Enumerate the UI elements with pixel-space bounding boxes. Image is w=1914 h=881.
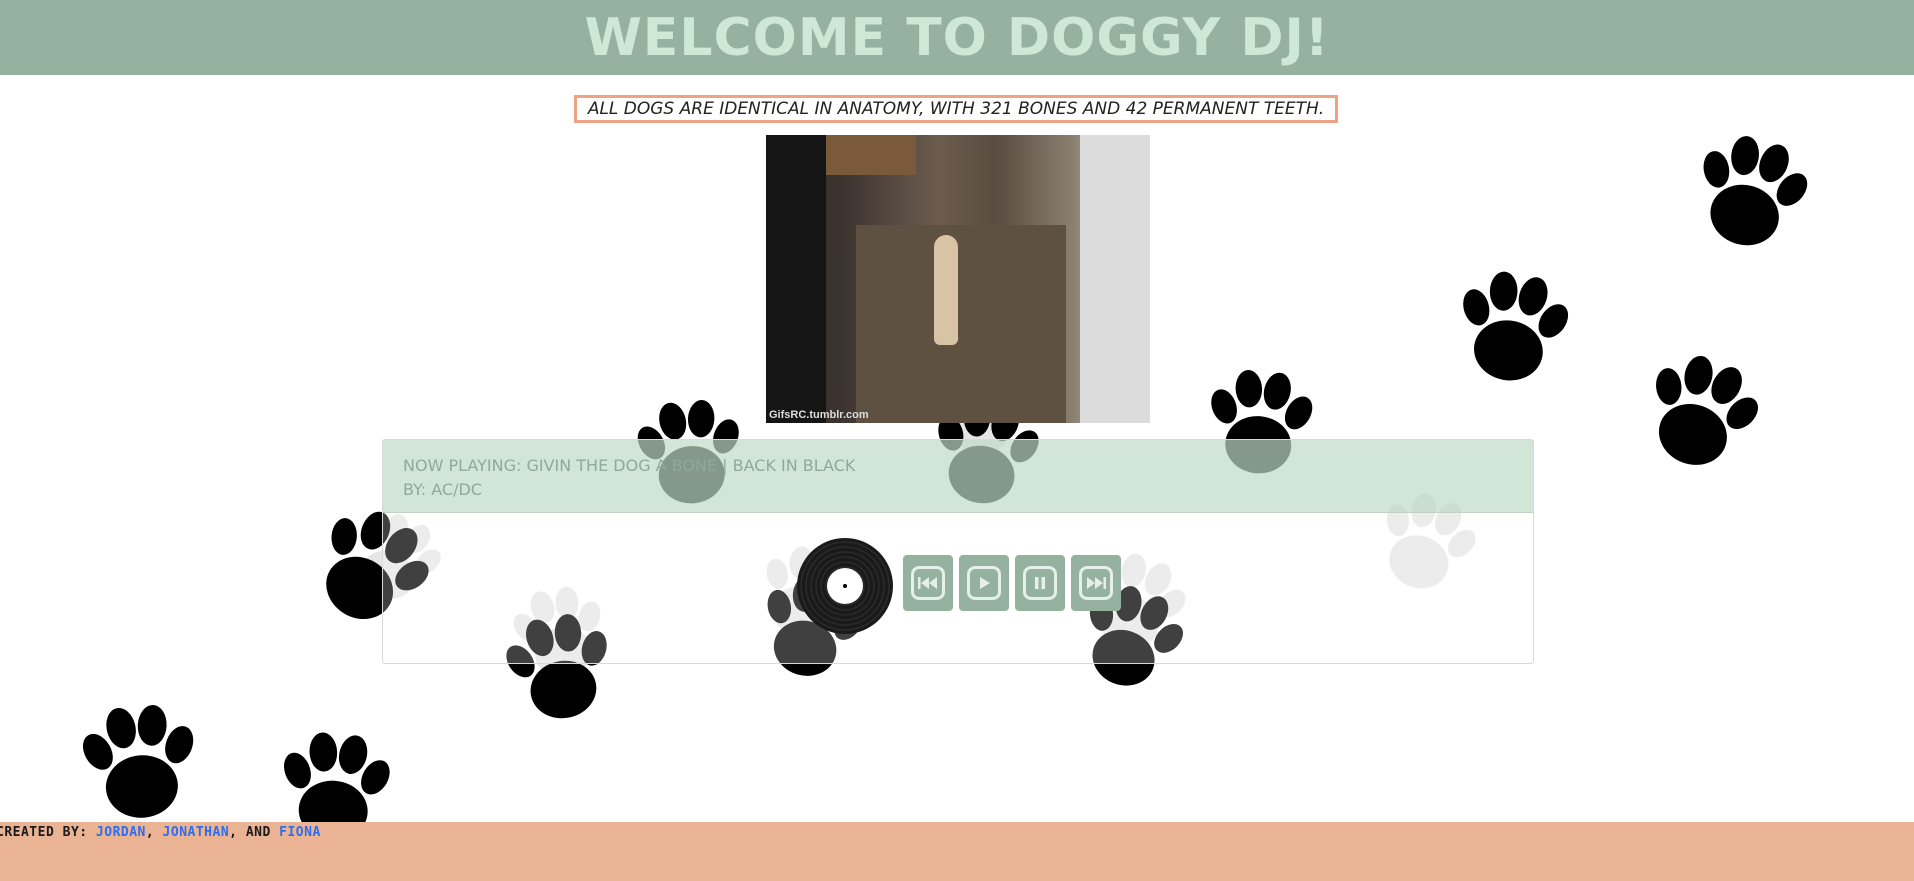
footer-credits: CREATED BY: JORDAN, JONATHAN, AND FIONA (0, 825, 321, 840)
author-link-jonathan[interactable]: JONATHAN (163, 825, 230, 840)
music-player: NOW PLAYING: GIVIN THE DOG A BONE | BACK… (382, 439, 1534, 664)
photo-shadow (766, 135, 826, 423)
skip-back-icon (918, 577, 937, 589)
fast-forward-icon (1087, 577, 1106, 589)
previous-track-button[interactable] (903, 555, 953, 611)
pause-icon (1035, 577, 1045, 589)
dog-fact-banner: ALL DOGS ARE IDENTICAL IN ANATOMY, WITH … (574, 95, 1338, 123)
pause-button[interactable] (1015, 555, 1065, 611)
record-spindle (843, 584, 847, 588)
now-playing-title: NOW PLAYING: GIVIN THE DOG A BONE | BACK… (403, 456, 856, 475)
credits-prefix: CREATED BY: (0, 825, 96, 840)
page-title: WELCOME TO DOGGY DJ! (584, 7, 1330, 68)
player-controls (383, 513, 1533, 663)
page-footer: CREATED BY: JORDAN, JONATHAN, AND FIONA (0, 822, 1914, 881)
fast-forward-button[interactable] (1071, 555, 1121, 611)
now-playing-panel: NOW PLAYING: GIVIN THE DOG A BONE | BACK… (383, 440, 1533, 513)
photo-floor (856, 225, 1066, 423)
photo-wall (1080, 135, 1150, 423)
author-link-jordan[interactable]: JORDAN (96, 825, 146, 840)
standing-dog (934, 235, 958, 345)
now-playing-artist: BY: AC/DC (403, 480, 482, 499)
gif-credit: GifsRC.tumblr.com (769, 409, 869, 421)
dancing-dog-gif: GifsRC.tumblr.com (766, 135, 1150, 423)
play-icon (980, 577, 990, 589)
vinyl-record-icon (797, 538, 893, 634)
author-link-fiona[interactable]: FIONA (279, 825, 321, 840)
credits-separator: , (145, 825, 163, 840)
page-header: WELCOME TO DOGGY DJ! (0, 0, 1914, 75)
play-button[interactable] (959, 555, 1009, 611)
credits-separator-and: , AND (229, 825, 280, 840)
